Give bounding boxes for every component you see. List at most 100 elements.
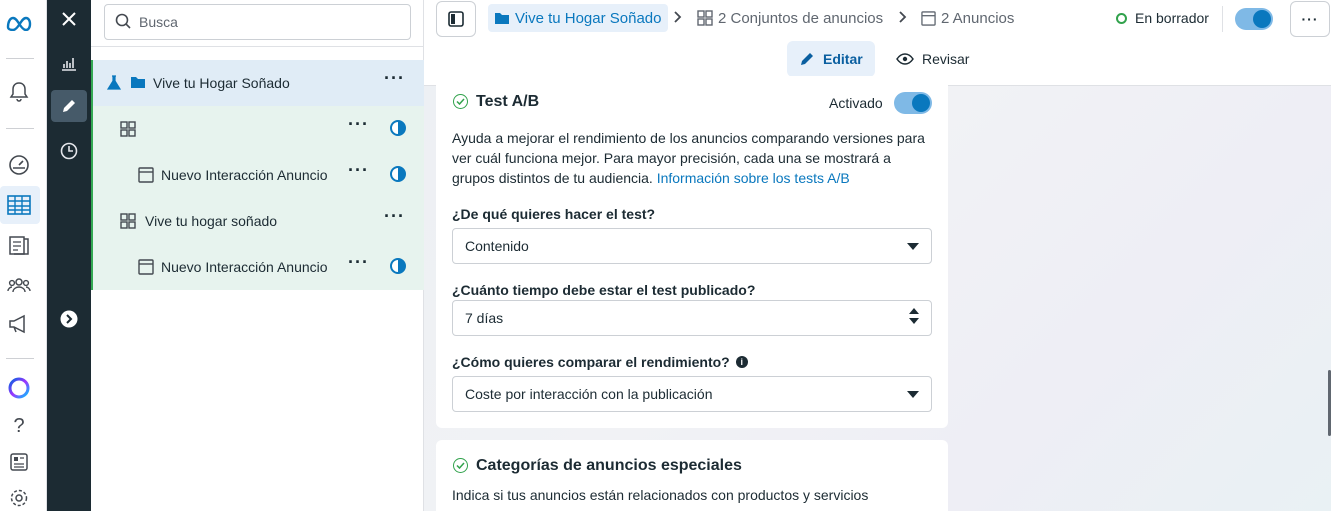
ab-test-toggle-label: Activado bbox=[829, 95, 883, 111]
grid-icon bbox=[120, 121, 136, 140]
global-nav-rail: ? bbox=[0, 0, 47, 511]
tree-row-adset-1[interactable]: ··· bbox=[93, 106, 424, 152]
test-variable-select[interactable]: Contenido bbox=[452, 228, 932, 264]
ab-test-info-link[interactable]: Información sobre los tests A/B bbox=[657, 170, 850, 186]
tree-row-campaign[interactable]: Vive tu Hogar Soñado ··· bbox=[93, 60, 424, 106]
chevron-right-icon bbox=[674, 10, 682, 26]
tree-row-adset-2[interactable]: Vive tu hogar soñado ··· bbox=[93, 198, 424, 244]
q1-label: ¿De qué quieres hacer el test? bbox=[452, 206, 655, 222]
tree-row-ad-2[interactable]: Nuevo Interacción Anuncio ··· bbox=[93, 244, 424, 290]
campaign-on-off-toggle[interactable] bbox=[1235, 8, 1273, 30]
audience-icon[interactable] bbox=[6, 272, 32, 298]
q2-label-text: ¿Cuánto tiempo debe estar el test public… bbox=[452, 282, 756, 298]
comparison-metric-select[interactable]: Coste por interacción con la publicación bbox=[452, 376, 932, 412]
rail-divider bbox=[6, 128, 34, 129]
q3-label: ¿Cómo quieres comparar el rendimiento? i bbox=[452, 354, 748, 370]
search-input[interactable] bbox=[139, 14, 389, 30]
more-options-icon[interactable]: ··· bbox=[348, 161, 369, 179]
ab-test-title: Test A/B bbox=[476, 93, 540, 110]
ad-window-icon bbox=[921, 10, 936, 26]
q2-label: ¿Cuánto tiempo debe estar el test public… bbox=[452, 282, 755, 298]
stepper-arrows-icon[interactable] bbox=[909, 308, 919, 324]
half-circle-status-icon bbox=[390, 120, 406, 136]
ad-window-icon bbox=[138, 259, 154, 278]
half-circle-status-icon bbox=[390, 258, 406, 274]
info-icon[interactable]: i bbox=[735, 356, 748, 368]
bell-icon[interactable] bbox=[6, 79, 32, 105]
rail-divider bbox=[6, 358, 34, 359]
editor-main-area: Test A/B Activado Ayuda a mejorar el ren… bbox=[424, 76, 1331, 511]
campaign-tree-panel: Vive tu Hogar Soñado ··· ··· Nuevo Inter… bbox=[91, 0, 424, 511]
folder-icon bbox=[495, 13, 509, 24]
meta-ai-icon[interactable] bbox=[6, 375, 32, 401]
test-duration-stepper[interactable]: 7 días bbox=[452, 300, 932, 336]
ab-test-toggle[interactable] bbox=[894, 92, 932, 114]
half-circle-status-icon bbox=[390, 166, 406, 182]
gear-icon[interactable] bbox=[6, 485, 32, 511]
more-options-icon[interactable]: ··· bbox=[348, 115, 369, 133]
breadcrumb-adsets[interactable]: 2 Conjuntos de anuncios bbox=[697, 4, 883, 32]
draft-status-label: En borrador bbox=[1135, 10, 1209, 26]
comparison-metric-value: Coste por interacción con la publicación bbox=[465, 386, 713, 402]
more-options-icon[interactable]: ··· bbox=[348, 253, 369, 271]
tab-edit[interactable]: Editar bbox=[787, 41, 875, 77]
catalog-icon[interactable] bbox=[6, 232, 32, 258]
bar-chart-icon[interactable] bbox=[51, 47, 87, 79]
close-icon[interactable] bbox=[51, 3, 87, 35]
test-variable-value: Contenido bbox=[465, 238, 529, 254]
clock-icon[interactable] bbox=[51, 135, 87, 167]
breadcrumb-ads[interactable]: 2 Anuncios bbox=[921, 4, 1014, 32]
ab-test-card: Test A/B Activado Ayuda a mejorar el ren… bbox=[436, 76, 948, 428]
folder-icon bbox=[130, 75, 146, 92]
sidebar-panel-icon bbox=[448, 11, 464, 27]
special-ad-categories-card: Categorías de anuncios especiales Indica… bbox=[436, 440, 948, 511]
speedometer-icon[interactable] bbox=[6, 152, 32, 178]
more-options-icon[interactable]: ··· bbox=[384, 207, 405, 225]
tree-row-ad-1[interactable]: Nuevo Interacción Anuncio ··· bbox=[93, 152, 424, 198]
search-box[interactable] bbox=[104, 4, 411, 40]
ab-test-description: Ayuda a mejorar el rendimiento de los an… bbox=[452, 128, 937, 188]
ad-window-icon bbox=[138, 167, 154, 186]
test-duration-value: 7 días bbox=[465, 310, 504, 326]
flask-icon bbox=[106, 75, 122, 94]
breadcrumb-campaign[interactable]: Vive tu Hogar Soñado bbox=[488, 4, 668, 32]
toggle-sidebar-button[interactable] bbox=[436, 1, 476, 37]
q1-label-text: ¿De qué quieres hacer el test? bbox=[452, 206, 656, 222]
caret-down-icon bbox=[907, 391, 919, 398]
divider bbox=[1222, 6, 1223, 32]
tree-ad-2-label: Nuevo Interacción Anuncio bbox=[161, 259, 328, 275]
more-options-icon[interactable]: ··· bbox=[384, 69, 405, 87]
pencil-icon[interactable] bbox=[51, 90, 87, 122]
tree-campaign-label: Vive tu Hogar Soñado bbox=[153, 75, 290, 91]
caret-down-icon bbox=[907, 243, 919, 250]
search-icon bbox=[115, 13, 131, 32]
table-icon[interactable] bbox=[6, 192, 32, 218]
breadcrumb-campaign-label: Vive tu Hogar Soñado bbox=[515, 9, 662, 27]
more-options-icon: ··· bbox=[1301, 11, 1319, 27]
news-icon[interactable] bbox=[6, 449, 32, 475]
chevron-right-icon bbox=[899, 10, 907, 26]
grid-icon bbox=[120, 213, 136, 232]
check-circle-icon bbox=[453, 94, 468, 109]
q3-label-text: ¿Cómo quieres comparar el rendimiento? bbox=[452, 354, 730, 370]
divider bbox=[91, 46, 424, 47]
meta-logo-icon[interactable] bbox=[4, 10, 36, 36]
grid-icon bbox=[697, 10, 713, 26]
tools-rail bbox=[47, 0, 91, 511]
eye-icon bbox=[896, 53, 914, 65]
expand-chevron-icon[interactable] bbox=[51, 303, 87, 335]
tree-adset-2-label: Vive tu hogar soñado bbox=[145, 213, 278, 229]
editor-top-bar: Vive tu Hogar Soñado 2 Conjuntos de anun… bbox=[424, 0, 1331, 86]
help-icon[interactable]: ? bbox=[6, 413, 32, 439]
rail-divider bbox=[6, 58, 34, 59]
tree-ad-1-label: Nuevo Interacción Anuncio bbox=[161, 167, 328, 183]
tab-review[interactable]: Revisar bbox=[884, 41, 981, 77]
special-categories-title: Categorías de anuncios especiales bbox=[476, 457, 742, 474]
check-circle-icon bbox=[453, 458, 468, 473]
pencil-icon bbox=[801, 53, 813, 65]
more-actions-button[interactable]: ··· bbox=[1290, 1, 1330, 37]
draft-status-icon bbox=[1116, 12, 1127, 24]
megaphone-icon[interactable] bbox=[6, 311, 32, 337]
tab-edit-label: Editar bbox=[823, 51, 863, 67]
breadcrumb-ads-label: 2 Anuncios bbox=[941, 9, 1015, 27]
